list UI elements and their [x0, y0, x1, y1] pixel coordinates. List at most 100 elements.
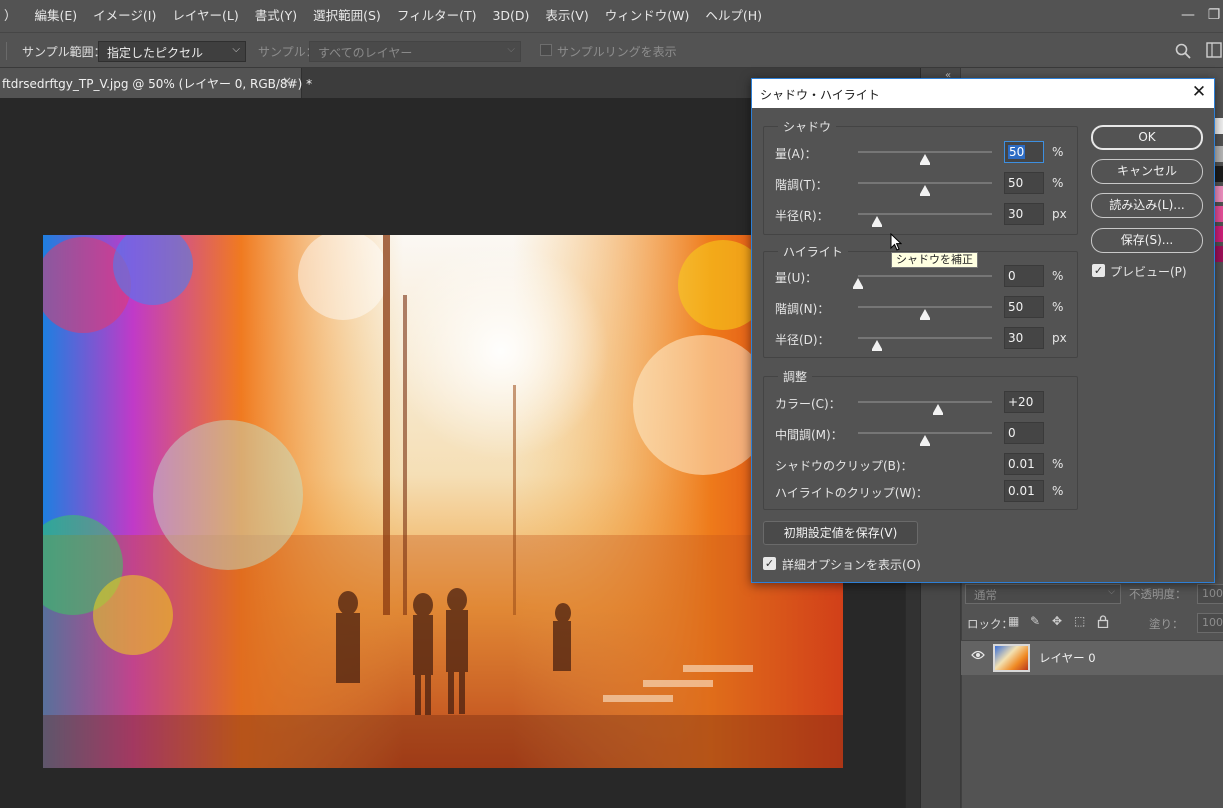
- canvas-image[interactable]: [43, 235, 843, 768]
- options-separator: [6, 42, 7, 60]
- shadow-tone-slider-thumb[interactable]: [920, 185, 930, 196]
- menu-edit[interactable]: 編集(E): [27, 0, 86, 32]
- black-clip-label: シャドウのクリップ(B)：: [775, 459, 913, 473]
- menu-filter[interactable]: フィルター(T): [389, 0, 485, 32]
- menu-file[interactable]: ）: [0, 0, 27, 32]
- highlight-radius-unit: px: [1052, 331, 1067, 345]
- menu-window[interactable]: ウィンドウ(W): [597, 0, 698, 32]
- opacity-label: 不透明度：: [1129, 587, 1187, 601]
- blend-mode-select[interactable]: 通常 ⌵: [965, 584, 1121, 604]
- highlight-amount-slider[interactable]: [858, 275, 992, 277]
- ok-button[interactable]: OK: [1091, 125, 1203, 150]
- highlight-tone-slider-thumb[interactable]: [920, 309, 930, 320]
- document-tab[interactable]: ftdrsedrftgy_TP_V.jpg @ 50% (レイヤー 0, RGB…: [0, 68, 312, 98]
- options-bar: サンプル範囲： 指定したピクセル ⌵ サンプル： すべてのレイヤー ⌵ サンプル…: [0, 32, 1223, 68]
- highlights-group-title: ハイライト: [778, 243, 848, 260]
- menu-help[interactable]: ヘルプ(H): [697, 0, 770, 32]
- black-clip-unit: %: [1052, 457, 1064, 471]
- midtone-slider-thumb[interactable]: [920, 435, 930, 446]
- search-icon[interactable]: [1175, 43, 1191, 59]
- white-clip-unit: %: [1052, 484, 1064, 498]
- shadows-group: シャドウ 量(A)： 50 % 階調(T)： 50 % 半径(R)： 30 px: [763, 118, 1078, 235]
- color-swatch[interactable]: [1215, 226, 1223, 242]
- shadow-radius-slider-thumb[interactable]: [871, 216, 882, 227]
- highlight-tone-slider[interactable]: [858, 306, 992, 308]
- shadow-radius-slider[interactable]: [858, 213, 992, 215]
- save-button[interactable]: 保存(S)...: [1091, 228, 1203, 253]
- shadow-tone-field[interactable]: 50: [1004, 172, 1044, 194]
- sample-range-label: サンプル範囲：: [22, 45, 106, 59]
- sample-value: すべてのレイヤー: [318, 46, 413, 60]
- shadow-highlight-dialog: シャドウ・ハイライト ✕ シャドウ 量(A)： 50 % 階調(T)： 50 %…: [751, 78, 1215, 583]
- show-more-options-checkbox[interactable]: ✓: [763, 557, 776, 570]
- layers-panel: 通常 ⌵ 不透明度： 100% ロック： ▦ ✎ ✥ ⬚ 塗り： 100% レイ…: [961, 580, 1223, 808]
- color-swatch[interactable]: [1215, 206, 1223, 222]
- color-swatch[interactable]: [1215, 246, 1223, 262]
- white-clip-label: ハイライトのクリップ(W)：: [775, 486, 928, 500]
- highlight-radius-slider[interactable]: [858, 337, 992, 339]
- sampling-ring-checkbox[interactable]: [540, 44, 552, 56]
- workspace-icon[interactable]: [1206, 42, 1223, 59]
- color-correction-slider[interactable]: [858, 401, 992, 403]
- color-swatch[interactable]: [1215, 118, 1223, 134]
- show-more-options-label: 詳細オプションを表示(O): [782, 558, 921, 572]
- close-icon[interactable]: ×: [282, 74, 292, 88]
- eye-icon: [971, 650, 985, 660]
- layer-row[interactable]: レイヤー 0: [961, 641, 1223, 675]
- highlight-radius-label: 半径(D)：: [775, 333, 830, 347]
- opacity-field[interactable]: 100%: [1197, 584, 1223, 604]
- shadow-tone-label: 階調(T)：: [775, 178, 828, 192]
- sample-select[interactable]: すべてのレイヤー ⌵: [309, 41, 521, 62]
- dialog-title: シャドウ・ハイライト: [760, 88, 880, 102]
- highlight-amount-slider-thumb[interactable]: [853, 278, 863, 289]
- visibility-eye-icon[interactable]: [971, 649, 985, 664]
- cancel-button[interactable]: キャンセル: [1091, 159, 1203, 184]
- color-swatch[interactable]: [1215, 166, 1223, 182]
- fill-field[interactable]: 100%: [1197, 613, 1223, 633]
- menu-type[interactable]: 書式(Y): [247, 0, 305, 32]
- shadow-radius-label: 半径(R)：: [775, 209, 829, 223]
- fill-label: 塗り：: [1149, 617, 1184, 631]
- menu-layer[interactable]: レイヤー(L): [164, 0, 246, 32]
- black-clip-field[interactable]: 0.01: [1004, 453, 1044, 475]
- lock-paint-icon[interactable]: ✎: [1030, 614, 1040, 628]
- highlight-radius-slider-thumb[interactable]: [871, 340, 882, 351]
- chevron-down-icon: ⌵: [232, 44, 240, 55]
- lock-transparent-icon[interactable]: ▦: [1008, 614, 1019, 628]
- menu-view[interactable]: 表示(V): [537, 0, 596, 32]
- menu-bar: ） 編集(E) イメージ(I) レイヤー(L) 書式(Y) 選択範囲(S) フィ…: [0, 0, 1223, 32]
- shadow-amount-slider-thumb[interactable]: [920, 154, 930, 165]
- shadow-tone-slider[interactable]: [858, 182, 992, 184]
- white-clip-field[interactable]: 0.01: [1004, 480, 1044, 502]
- menu-image[interactable]: イメージ(I): [85, 0, 164, 32]
- color-correction-field[interactable]: +20: [1004, 391, 1044, 413]
- dialog-titlebar[interactable]: シャドウ・ハイライト ✕: [752, 79, 1214, 108]
- preview-label: プレビュー(P): [1110, 265, 1187, 279]
- lock-all-icon[interactable]: [1097, 615, 1109, 628]
- midtone-field[interactable]: 0: [1004, 422, 1044, 444]
- shadow-amount-slider[interactable]: [858, 151, 992, 153]
- sample-range-select[interactable]: 指定したピクセル ⌵: [98, 41, 246, 62]
- load-button[interactable]: 読み込み(L)...: [1091, 193, 1203, 218]
- shadow-radius-field[interactable]: 30: [1004, 203, 1044, 225]
- restore-icon[interactable]: ❐: [1203, 0, 1223, 32]
- color-swatch[interactable]: [1215, 186, 1223, 202]
- menu-3d[interactable]: 3D(D): [484, 0, 537, 32]
- lock-move-icon[interactable]: ✥: [1052, 614, 1062, 628]
- preview-checkbox[interactable]: ✓: [1092, 264, 1105, 277]
- minimize-icon[interactable]: —: [1177, 0, 1199, 32]
- highlight-amount-field[interactable]: 0: [1004, 265, 1044, 287]
- menu-select[interactable]: 選択範囲(S): [305, 0, 389, 32]
- lock-artboard-icon[interactable]: ⬚: [1074, 614, 1085, 628]
- highlight-radius-field[interactable]: 30: [1004, 327, 1044, 349]
- shadow-amount-label: 量(A)：: [775, 147, 817, 161]
- color-swatch[interactable]: [1215, 146, 1223, 162]
- shadow-amount-value: 50: [1008, 145, 1026, 159]
- midtone-slider[interactable]: [858, 432, 992, 434]
- highlight-tone-field[interactable]: 50: [1004, 296, 1044, 318]
- color-correction-slider-thumb[interactable]: [933, 404, 944, 415]
- shadow-amount-field[interactable]: 50: [1004, 141, 1044, 163]
- save-defaults-button[interactable]: 初期設定値を保存(V): [763, 521, 918, 545]
- shadow-amount-unit: %: [1052, 145, 1064, 159]
- close-icon[interactable]: ✕: [1189, 82, 1209, 102]
